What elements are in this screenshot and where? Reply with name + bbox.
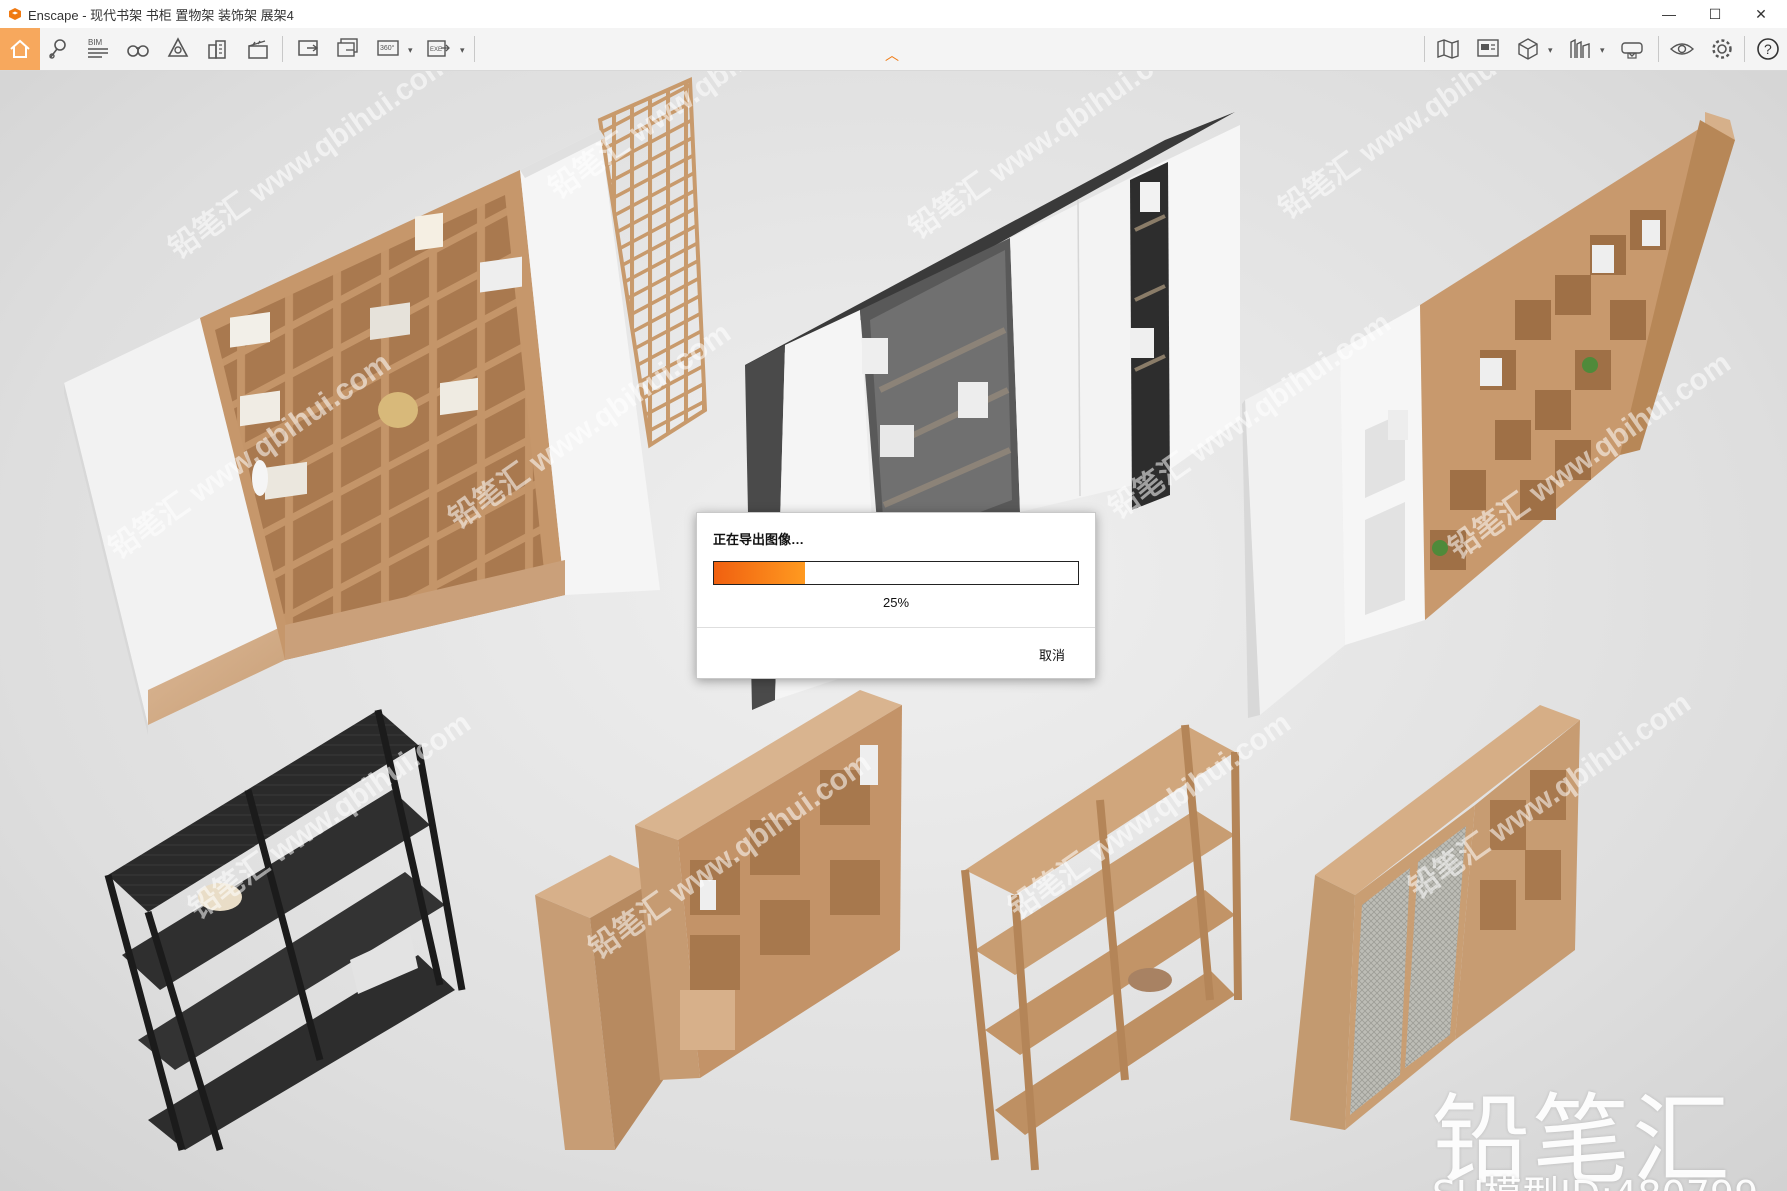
home-icon xyxy=(10,39,30,58)
bim-button[interactable]: BIM xyxy=(82,33,114,65)
enscape-toolbar: BIM 360° ▾ EXE ▾ ▾ ▾ ? ︿ xyxy=(0,28,1787,71)
export-dropdown-caret[interactable]: ▾ xyxy=(460,45,465,56)
vr-headset-button[interactable] xyxy=(1616,33,1648,65)
maximize-button[interactable]: ☐ xyxy=(1692,0,1738,28)
help-icon: ? xyxy=(1757,38,1779,60)
gear-icon xyxy=(1712,39,1732,59)
render-preview-icon xyxy=(1477,39,1499,57)
bookshelf-wall-3 xyxy=(1242,112,1735,718)
panorama-360-icon: 360° xyxy=(377,40,399,56)
progress-bar xyxy=(713,561,1079,585)
enscape-window: Enscape - 现代书架 书柜 置物架 装饰架 展架4 — ☐ ✕ BIM xyxy=(0,0,1787,1191)
views-button[interactable] xyxy=(42,33,74,65)
svg-text:360°: 360° xyxy=(380,44,395,52)
export-progress-dialog: 正在导出图像… 25% 取消 xyxy=(696,512,1096,679)
asset-library-button[interactable] xyxy=(162,33,194,65)
progress-percent-label: 25% xyxy=(882,595,910,610)
cube-view-icon xyxy=(1518,38,1538,60)
enscape-logo-icon xyxy=(9,8,21,20)
toolbar-separator xyxy=(474,36,475,62)
batch-render-button[interactable] xyxy=(332,33,364,65)
material-dropdown-caret[interactable]: ▾ xyxy=(1600,45,1605,56)
toolbar-separator xyxy=(1744,36,1745,62)
window-title: Enscape - 现代书架 书柜 置物架 装饰架 展架4 xyxy=(28,7,294,23)
collapse-toolbar-toggle[interactable]: ︿ xyxy=(885,45,899,65)
cube-dropdown-caret[interactable]: ▾ xyxy=(1548,45,1553,56)
batch-render-icon xyxy=(337,38,358,57)
svg-text:EXE: EXE xyxy=(430,47,442,53)
map-pin-icon xyxy=(49,39,66,59)
screenshot-button[interactable] xyxy=(292,33,324,65)
eye-icon xyxy=(1669,43,1695,55)
toolbar-separator xyxy=(1424,36,1425,62)
close-button[interactable]: ✕ xyxy=(1738,0,1784,28)
home-button[interactable] xyxy=(0,28,40,70)
wood-cabinet-shelf xyxy=(535,690,902,1150)
bookshelf-wall-1 xyxy=(64,76,708,735)
wood-open-shelf xyxy=(961,724,1242,1171)
help-button[interactable]: ? xyxy=(1752,33,1784,65)
exe-export-icon: EXE xyxy=(427,40,450,57)
black-metal-shelf xyxy=(104,709,466,1152)
cube-view-button[interactable] xyxy=(1512,33,1544,65)
render-preview-button[interactable] xyxy=(1472,33,1504,65)
title-bar: Enscape - 现代书架 书柜 置物架 装饰架 展架4 — ☐ ✕ xyxy=(0,0,1787,28)
buildings-icon xyxy=(208,40,226,59)
progress-bar-fill xyxy=(714,562,805,584)
panorama-dropdown-caret[interactable]: ▾ xyxy=(408,45,413,56)
svg-text:?: ? xyxy=(1764,41,1772,57)
dialog-title: 正在导出图像… xyxy=(713,532,805,547)
visual-settings-button[interactable] xyxy=(1666,33,1698,65)
site-context-button[interactable] xyxy=(202,33,234,65)
vr-headset-icon xyxy=(1621,42,1643,59)
video-clapper-icon xyxy=(248,40,268,59)
walk-mode-button[interactable] xyxy=(122,33,154,65)
material-library-button[interactable] xyxy=(1564,33,1596,65)
minimize-button[interactable]: — xyxy=(1646,0,1692,28)
watermark-model-id: SU模型ID:480799 xyxy=(1432,1164,1758,1191)
asset-library-icon xyxy=(167,37,189,57)
svg-text:BIM: BIM xyxy=(88,38,103,47)
map-view-icon xyxy=(1437,39,1459,59)
bim-icon: BIM xyxy=(88,38,108,58)
panorama-button[interactable]: 360° xyxy=(372,33,404,65)
exe-export-button[interactable]: EXE xyxy=(422,33,454,65)
screenshot-icon xyxy=(298,40,319,56)
map-view-button[interactable] xyxy=(1432,33,1464,65)
material-library-icon xyxy=(1570,38,1590,58)
settings-button[interactable] xyxy=(1706,33,1738,65)
toolbar-separator xyxy=(1658,36,1659,62)
toolbar-separator xyxy=(282,36,283,62)
dialog-divider xyxy=(697,627,1095,628)
video-editor-button[interactable] xyxy=(242,33,274,65)
binoculars-icon xyxy=(127,45,149,57)
cancel-button[interactable]: 取消 xyxy=(1039,645,1065,664)
